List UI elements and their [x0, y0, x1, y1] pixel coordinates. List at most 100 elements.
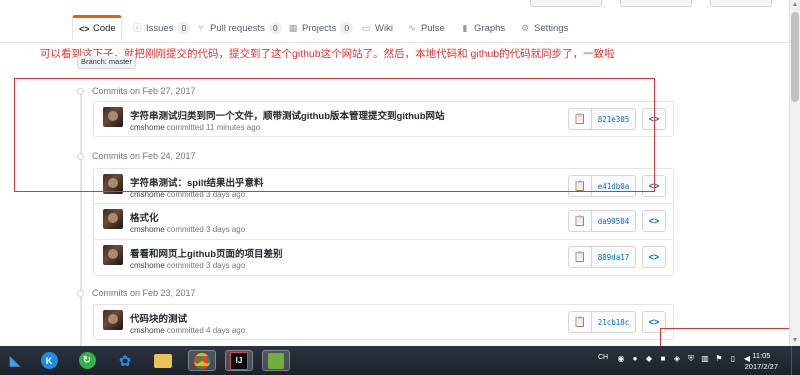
avatar[interactable] — [103, 310, 123, 330]
commit-group-header: Commits on Feb 23, 2017 — [77, 288, 196, 298]
copy-sha-button[interactable]: 📋 — [568, 246, 592, 268]
commit-title-link[interactable]: 格式化 — [130, 210, 159, 224]
tab-pulse[interactable]: ∿ Pulse — [407, 15, 445, 41]
commit-meta: cmshome committed 3 days ago — [130, 225, 245, 234]
tab-graphs[interactable]: ▮ Graphs — [460, 15, 506, 41]
commit-title-link[interactable]: 字符串测试：spilt结果出乎意料 — [130, 175, 264, 189]
tab-label: Code — [93, 23, 116, 34]
commit-sha-link[interactable]: da99504 — [592, 210, 636, 232]
browse-files-button[interactable]: <> — [642, 210, 666, 232]
commit-sha-link[interactable]: 889da17 — [592, 246, 636, 268]
tab-issues[interactable]: ⓘ Issues 0 — [132, 15, 191, 41]
code-icon: <> — [648, 216, 660, 226]
graph-icon: ▮ — [462, 23, 468, 33]
copy-sha-button[interactable]: 📋 — [568, 175, 592, 197]
copy-sha-button[interactable]: 📋 — [568, 108, 592, 130]
timeline-dot-icon — [77, 87, 84, 95]
k-app-icon[interactable]: K — [38, 350, 60, 371]
intellij-idea-icon[interactable]: IJ — [225, 350, 253, 371]
timeline-dot-icon — [77, 289, 84, 297]
scroll-down-icon[interactable]: ▼ — [791, 337, 799, 345]
file-explorer-icon[interactable] — [152, 350, 174, 371]
image-viewer-icon[interactable] — [262, 350, 290, 371]
chrome-icon[interactable] — [188, 350, 216, 371]
tray-app-icon[interactable]: ◈ — [672, 354, 682, 364]
gear-icon: ⚙ — [520, 23, 530, 33]
copy-sha-button[interactable]: 📋 — [568, 311, 592, 333]
watch-button-sliver[interactable] — [530, 0, 602, 7]
commit-row: 字符串测试：spilt结果出乎意料 cmshome committed 3 da… — [93, 168, 674, 204]
taskbar: ◣ K ↻ ✿ IJ CH ◉ ● ◆ ■ ◈ ⛨ ▥ ⚑ ▯ ◀ 11:05 … — [0, 346, 800, 375]
commit-time: committed 4 days ago — [166, 326, 246, 335]
avatar[interactable] — [103, 174, 123, 194]
commit-author-link[interactable]: cmshome — [130, 326, 165, 335]
commit-sha-link[interactable]: 21cb18c — [592, 311, 636, 333]
commit-group-date: Commits on Feb 24, 2017 — [92, 151, 196, 161]
scroll-thumb[interactable] — [791, 12, 799, 102]
battery-icon[interactable]: ▯ — [728, 354, 738, 364]
tray-app-icon[interactable]: ● — [630, 354, 640, 364]
code-icon: <> — [648, 252, 660, 262]
clipboard-icon: 📋 — [573, 180, 587, 192]
issues-counter: 0 — [177, 22, 191, 34]
commit-group-date: Commits on Feb 27, 2017 — [92, 86, 196, 96]
system-clock[interactable]: 11:05 2017/2/27 — [745, 350, 778, 372]
cloud-app-icon[interactable]: ✿ — [114, 350, 136, 371]
browse-files-button[interactable]: <> — [642, 311, 666, 333]
tray-app-icon[interactable]: ◆ — [644, 354, 654, 364]
clock-time: 11:05 — [752, 351, 771, 360]
commit-title-link[interactable]: 看看和网页上github页面的项目差别 — [130, 246, 283, 260]
commit-sha-link[interactable]: e41db0a — [592, 175, 636, 197]
commit-time: committed 3 days ago — [166, 190, 246, 199]
scroll-up-icon[interactable]: ▲ — [791, 1, 799, 9]
commit-author-link[interactable]: cmshome — [130, 123, 165, 132]
pull-requests-counter: 0 — [268, 22, 282, 34]
show-desktop-button[interactable] — [791, 346, 800, 375]
network-icon[interactable]: ▥ — [700, 354, 710, 364]
avatar[interactable] — [103, 107, 123, 127]
tab-settings[interactable]: ⚙ Settings — [520, 15, 568, 41]
browse-files-button[interactable]: <> — [642, 246, 666, 268]
commit-group-header: Commits on Feb 24, 2017 — [77, 151, 196, 161]
tab-wiki[interactable]: ▭ Wiki — [361, 15, 393, 41]
tab-label: Settings — [534, 22, 569, 34]
browse-files-button[interactable]: <> — [642, 108, 666, 130]
start-icon[interactable]: ◣ — [4, 350, 26, 371]
fork-button-sliver[interactable] — [710, 0, 772, 7]
commit-row: 代码块的测试 cmshome committed 4 days ago 📋 21… — [93, 304, 674, 340]
avatar[interactable] — [103, 245, 123, 265]
commit-sha-link[interactable]: 821e305 — [592, 108, 636, 130]
book-icon: ▭ — [361, 23, 371, 33]
commit-meta: cmshome committed 4 days ago — [130, 326, 245, 335]
clock-date: 2017/2/27 — [744, 362, 778, 371]
copy-sha-button[interactable]: 📋 — [568, 210, 592, 232]
browse-files-button[interactable]: <> — [642, 175, 666, 197]
pull-request-icon: ⑂ — [198, 23, 204, 33]
code-icon: <> — [648, 114, 660, 124]
avatar[interactable] — [103, 209, 123, 229]
timeline-line — [80, 90, 82, 350]
commit-author-link[interactable]: cmshome — [130, 190, 165, 199]
refresh-app-icon[interactable]: ↻ — [76, 350, 98, 371]
project-icon: ▦ — [288, 23, 298, 33]
shield-icon[interactable]: ⛨ — [686, 354, 696, 364]
input-language-indicator[interactable]: CH — [598, 354, 608, 361]
tray-app-icon[interactable]: ◉ — [616, 354, 626, 364]
commit-title-link[interactable]: 代码块的测试 — [130, 311, 187, 325]
tab-projects[interactable]: ▦ Projects 0 — [288, 15, 354, 41]
flag-icon[interactable]: ⚑ — [714, 354, 724, 364]
issue-icon: ⓘ — [132, 23, 142, 33]
system-tray: ◉ ● ◆ ■ ◈ ⛨ ▥ ⚑ ▯ ◀ — [614, 354, 754, 364]
commit-author-link[interactable]: cmshome — [130, 261, 165, 270]
commit-title-link[interactable]: 字符串测试归类到同一个文件，顺带测试github版本管理提交到github网站 — [130, 108, 445, 122]
vertical-scrollbar[interactable]: ▲ ▼ — [789, 0, 800, 346]
branch-selector[interactable]: Branch: master — [77, 56, 136, 69]
commit-author-link[interactable]: cmshome — [130, 225, 165, 234]
tab-code[interactable]: <> Code — [72, 15, 122, 40]
star-button-sliver[interactable] — [620, 0, 692, 7]
tab-label: Pulse — [421, 22, 445, 34]
commit-row: 格式化 cmshome committed 3 days ago 📋 da995… — [93, 204, 674, 240]
tray-app-icon[interactable]: ■ — [658, 354, 668, 364]
tab-pull-requests[interactable]: ⑂ Pull requests 0 — [196, 15, 282, 41]
commit-time: committed 11 minutes ago — [166, 123, 261, 132]
